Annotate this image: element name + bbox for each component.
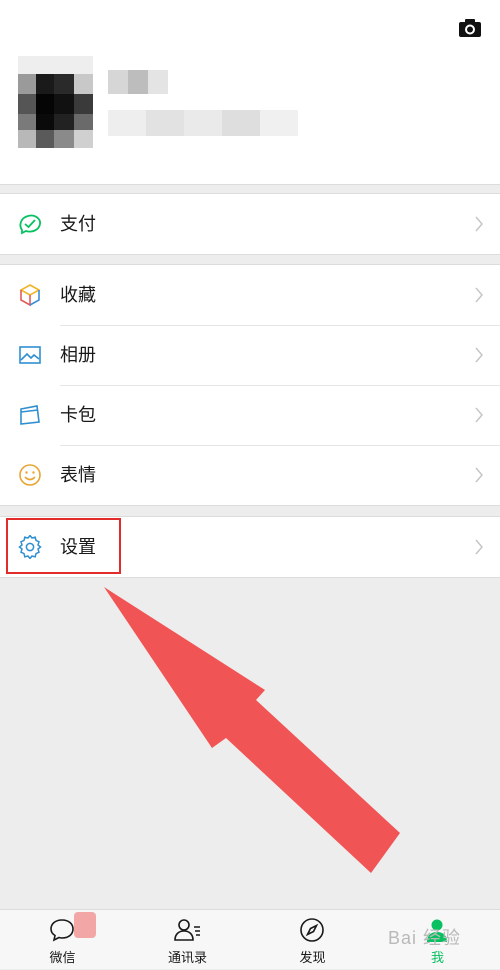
unread-badge [74, 912, 96, 938]
pointer-arrow [104, 587, 400, 873]
tab-discover[interactable]: 发现 [250, 910, 375, 970]
watermark: Bai 经验 [388, 928, 462, 948]
tab-label: 微信 [49, 950, 76, 965]
tab-contacts[interactable]: 通讯录 [125, 910, 250, 970]
chat-icon [50, 919, 74, 942]
tab-label: 发现 [299, 950, 326, 965]
tab-label: 通讯录 [167, 950, 207, 965]
contacts-icon [174, 919, 200, 941]
tab-chats[interactable]: 微信 [0, 910, 125, 970]
compass-icon [300, 918, 324, 942]
